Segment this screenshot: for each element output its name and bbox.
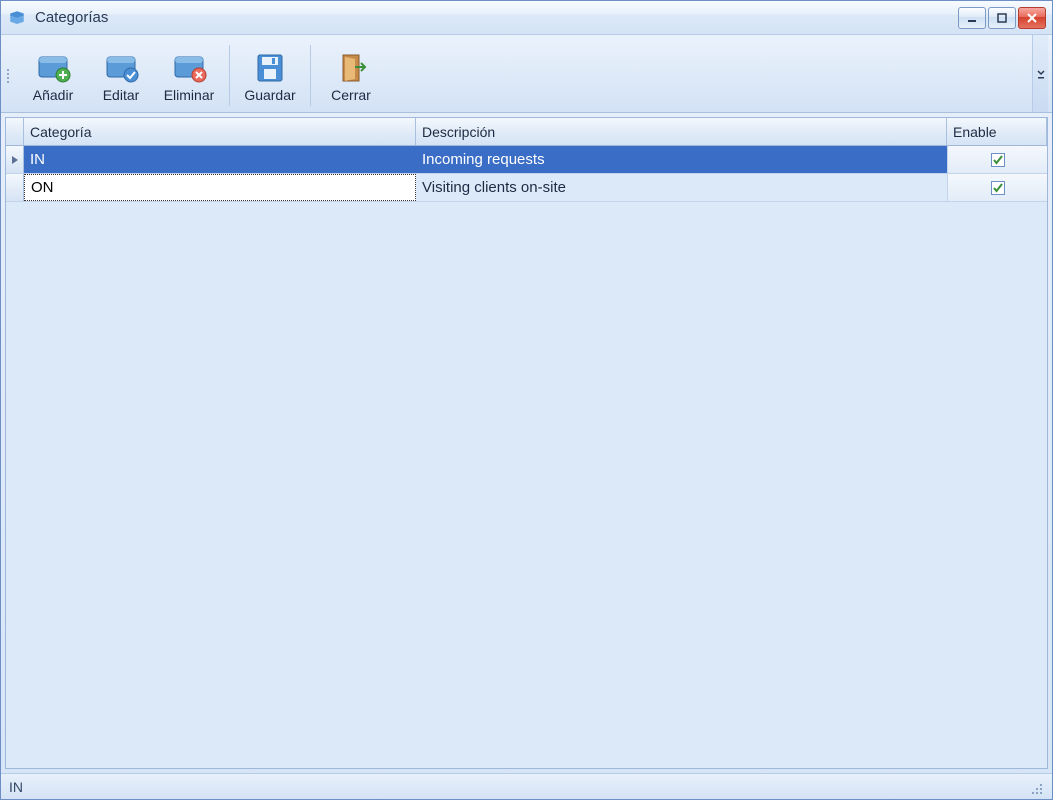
status-text: IN [9,779,23,795]
cell-category[interactable]: ON [24,174,416,201]
edit-label: Editar [103,87,140,103]
close-button[interactable] [1018,7,1046,29]
checkbox-icon[interactable] [991,153,1005,167]
cell-description[interactable]: Incoming requests [416,146,947,173]
toolbar: Añadir Editar [1,35,1052,113]
table-row[interactable]: IN Incoming requests [6,146,1047,174]
row-selector-icon [6,146,24,173]
app-icon [7,8,27,28]
cell-description[interactable]: Visiting clients on-site [416,174,947,201]
table-row[interactable]: ON Visiting clients on-site [6,174,1047,202]
column-header-description[interactable]: Descripción [416,118,947,145]
add-button[interactable]: Añadir [19,39,87,112]
minimize-button[interactable] [958,7,986,29]
door-icon [331,49,371,85]
toolbar-separator [310,45,311,106]
checkbox-icon[interactable] [991,181,1005,195]
maximize-button[interactable] [988,7,1016,29]
edit-icon [101,49,141,85]
row-indicator-header [6,118,24,145]
add-label: Añadir [33,87,73,103]
status-bar: IN [1,773,1052,799]
grid-area: Categoría Descripción Enable IN Incoming… [5,117,1048,769]
cell-category[interactable]: IN [24,146,416,173]
close-app-button[interactable]: Cerrar [317,39,385,112]
grid-body[interactable]: IN Incoming requests ON Visiting clients… [6,146,1047,768]
close-label: Cerrar [331,87,371,103]
save-label: Guardar [244,87,295,103]
grid-header: Categoría Descripción Enable [6,118,1047,146]
column-header-enable[interactable]: Enable [947,118,1047,145]
cell-enable[interactable] [947,174,1047,201]
column-header-category[interactable]: Categoría [24,118,416,145]
delete-label: Eliminar [164,87,215,103]
toolbar-separator [229,45,230,106]
window-controls [958,7,1046,29]
row-selector-icon [6,174,24,201]
toolbar-grip[interactable] [7,39,15,112]
add-icon [33,49,73,85]
titlebar[interactable]: Categorías [1,1,1052,35]
delete-button[interactable]: Eliminar [155,39,223,112]
toolbar-overflow-button[interactable] [1032,35,1048,112]
window-title: Categorías [35,9,958,26]
delete-icon [169,49,209,85]
save-icon [250,49,290,85]
resize-grip[interactable] [1026,778,1044,796]
edit-button[interactable]: Editar [87,39,155,112]
save-button[interactable]: Guardar [236,39,304,112]
main-window: Categorías [0,0,1053,800]
cell-enable[interactable] [947,146,1047,173]
